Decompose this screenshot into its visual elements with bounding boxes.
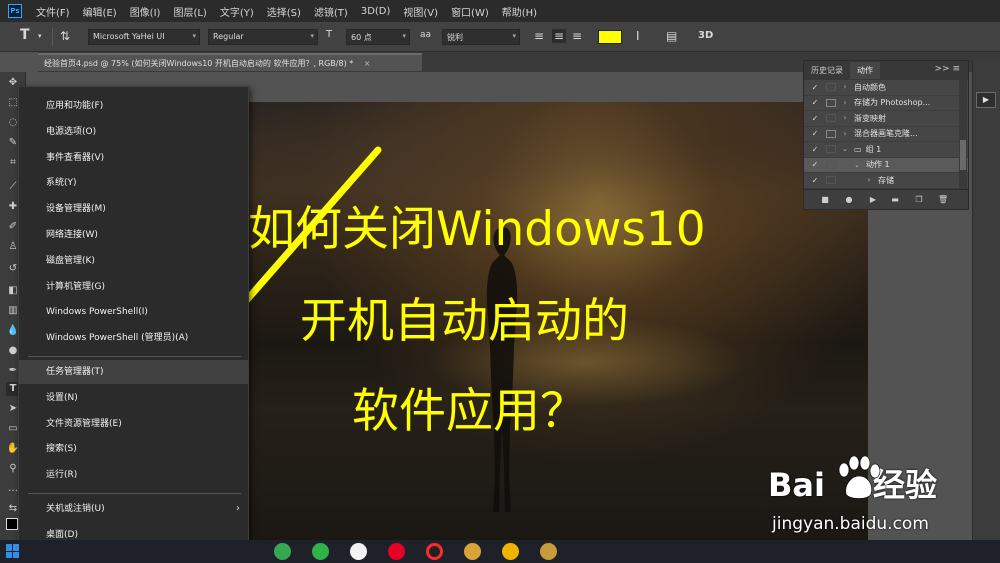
menu-item[interactable]: 网络连接(W)	[19, 223, 248, 247]
netease-music-icon[interactable]	[388, 543, 405, 560]
menu-item[interactable]: Windows PowerShell (管理员)(A)	[19, 326, 248, 350]
menu-item[interactable]: 文件资源管理器(E)	[19, 412, 248, 436]
chevron-right-icon: ›	[236, 503, 240, 514]
baidu-paw-icon	[838, 456, 881, 499]
watermark-url: jingyan.baidu.com	[772, 514, 929, 534]
screen: Ps 文件(F) 编辑(E) 图像(I) 图层(L) 文字(Y) 选择(S) 滤…	[0, 0, 1000, 563]
menu-item[interactable]: 磁盘管理(K)	[19, 249, 248, 273]
g-app-icon[interactable]	[502, 543, 519, 560]
taskbar	[0, 540, 1000, 563]
menu-item-label: 系统(Y)	[46, 178, 77, 189]
watermark-brand-right: 经验	[872, 466, 937, 504]
play-store-icon[interactable]	[274, 543, 291, 560]
watermark-brand: Bai 经验	[768, 460, 1000, 506]
watermark-brand-left: Bai	[768, 466, 825, 504]
menu-item-label: 电源选项(O)	[46, 126, 97, 137]
record-app-icon[interactable]	[426, 543, 443, 560]
360-browser-icon[interactable]	[312, 543, 329, 560]
menu-separator	[28, 493, 241, 494]
menu-item[interactable]: 应用和功能(F)	[19, 94, 248, 118]
menu-item-label: 磁盘管理(K)	[46, 255, 95, 266]
menu-item[interactable]: 事件查看器(V)	[19, 146, 248, 170]
white-circle-app-icon[interactable]	[350, 543, 367, 560]
menu-item[interactable]: 搜索(S)	[19, 437, 248, 461]
baidu-jingyan-watermark: Bai 经验 jingyan.baidu.com	[768, 456, 1000, 540]
menu-item[interactable]: 系统(Y)	[19, 171, 248, 195]
menu-item-label: 文件资源管理器(E)	[46, 418, 122, 429]
paint-palette-icon[interactable]	[464, 543, 481, 560]
menu-item-label: 运行(R)	[46, 470, 78, 481]
winx-context-menu: 应用和功能(F) 电源选项(O) 事件查看器(V) 系统(Y) 设备管理器(M) 网络连接…	[18, 86, 249, 549]
menu-item-label: 应用和功能(F)	[46, 101, 104, 111]
menu-item-label: 事件查看器(V)	[46, 152, 105, 163]
menu-item-label: 任务管理器(T)	[46, 367, 104, 377]
menu-item-label: 设置(N)	[46, 392, 78, 403]
menu-item[interactable]: 任务管理器(T)	[19, 360, 248, 384]
game-app-icon[interactable]	[540, 543, 557, 560]
menu-item-label: 关机或注销(U)	[46, 504, 105, 514]
menu-item-label: 设备管理器(M)	[46, 204, 106, 215]
menu-item[interactable]: 电源选项(O)	[19, 120, 248, 144]
menu-item-label: Windows PowerShell (管理员)(A)	[46, 333, 189, 344]
menu-item-label: 桌面(D)	[46, 529, 78, 540]
menu-item-label: 搜索(S)	[46, 444, 77, 455]
menu-item-label: 计算机管理(G)	[46, 281, 105, 292]
menu-item[interactable]: 关机或注销(U) ›	[19, 497, 248, 521]
menu-item[interactable]: 运行(R)	[19, 463, 248, 487]
menu-separator	[28, 356, 241, 357]
menu-item-label: Windows PowerShell(I)	[46, 307, 148, 318]
menu-item[interactable]: 设备管理器(M)	[19, 197, 248, 221]
menu-item[interactable]: 设置(N)	[19, 386, 248, 410]
menu-item[interactable]: 计算机管理(G)	[19, 275, 248, 299]
menu-item-label: 网络连接(W)	[46, 230, 98, 240]
menu-item[interactable]: Windows PowerShell(I)	[19, 300, 248, 324]
windows-start-icon[interactable]	[6, 544, 20, 558]
